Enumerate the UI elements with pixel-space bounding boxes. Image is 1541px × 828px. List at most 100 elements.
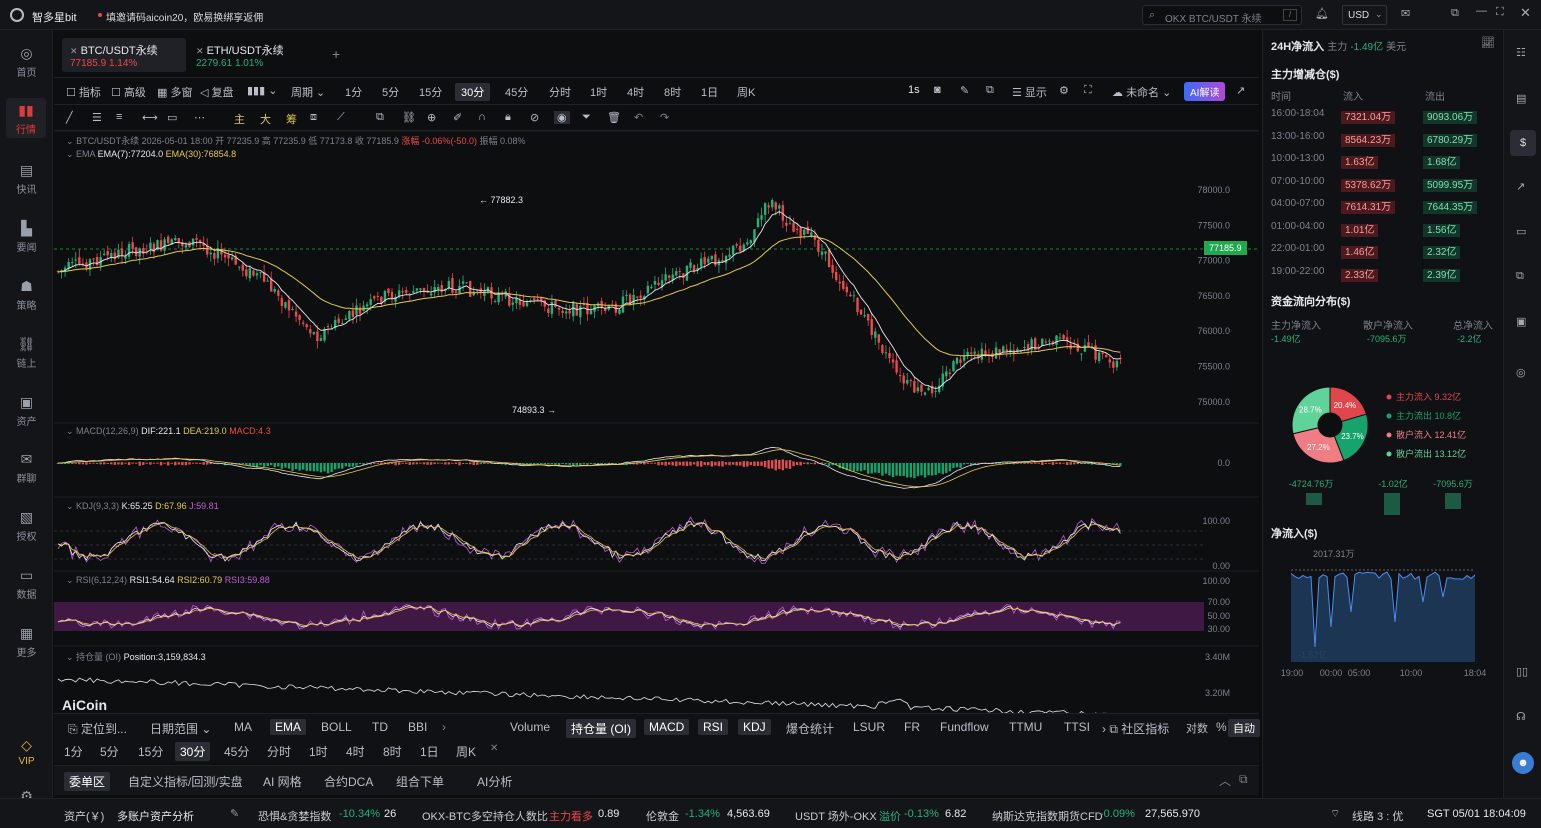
interval-4h[interactable]: 4时 bbox=[627, 84, 644, 100]
line-tool-icon[interactable]: ╱ bbox=[66, 111, 73, 124]
tab-btc[interactable]: ✕ BTC/USDT永续 77185.9 1.14% bbox=[62, 38, 186, 72]
interval-week[interactable]: 周K bbox=[737, 84, 755, 100]
monitor-icon[interactable]: ▭ bbox=[1516, 225, 1526, 238]
filter-icon[interactable]: ⏷ bbox=[582, 111, 591, 124]
mail-icon[interactable]: ✉ bbox=[1401, 7, 1410, 20]
layout-select[interactable]: ☁ 未命名 ⌄ bbox=[1112, 84, 1171, 100]
period-select[interactable]: 周期 ⌄ bbox=[291, 84, 325, 100]
redo-icon[interactable]: ↷ bbox=[660, 111, 669, 124]
brush-icon[interactable]: ✐ bbox=[453, 111, 462, 124]
notice-text[interactable]: 填邀请码aicoin20，欧易换绑享返佣 bbox=[106, 9, 263, 24]
eye-icon[interactable]: ◉ bbox=[554, 111, 570, 124]
mascot-icon[interactable]: ☻ bbox=[1512, 752, 1534, 774]
interval-30m[interactable]: 30分 bbox=[455, 83, 491, 101]
hide-icon[interactable]: ⊘ bbox=[530, 111, 539, 124]
search-input[interactable]: ⌕ OKX BTC/USDT 永续 / bbox=[1142, 5, 1302, 25]
ind-lsur[interactable]: LSUR bbox=[853, 720, 885, 734]
ind-fr[interactable]: FR bbox=[904, 720, 920, 734]
collapse-icon[interactable]: ⌄ bbox=[66, 136, 74, 146]
interval-timeshare[interactable]: 分时 bbox=[549, 84, 571, 100]
order-tab-ai[interactable]: AI分析 bbox=[477, 773, 512, 790]
locate-button[interactable]: ⎘ 定位到... bbox=[68, 720, 127, 737]
close-intervals-icon[interactable]: ✕ bbox=[490, 743, 498, 754]
tab-eth[interactable]: ✕ ETH/USDT永续 2279.61 1.01% bbox=[188, 38, 312, 72]
ind-kdj[interactable]: KDJ bbox=[738, 719, 771, 735]
trash-icon[interactable]: 🗑︎ bbox=[607, 111, 621, 124]
orderbook-icon[interactable]: ▤ bbox=[1516, 92, 1526, 105]
bot-icon[interactable]: ▣ bbox=[1516, 315, 1526, 328]
bottom-interval-8h[interactable]: 8时 bbox=[383, 743, 402, 760]
chart-area[interactable]: 78000.0 77500.0 77000.0 76500.0 76000.0 75500… bbox=[54, 131, 1259, 741]
bottom-interval-timeshare[interactable]: 分时 bbox=[267, 743, 291, 760]
ind-ema[interactable]: EMA bbox=[270, 719, 307, 735]
pen-icon[interactable]: ✎ bbox=[960, 84, 969, 97]
indicator-button[interactable]: ☐ 指标 bbox=[66, 84, 101, 100]
sidebar-item-chat[interactable]: ✉ 群聊 bbox=[0, 451, 53, 485]
ind-liquidation[interactable]: 爆仓统计 bbox=[786, 720, 834, 737]
link-icon[interactable]: ⛓ bbox=[402, 111, 416, 124]
chip-button[interactable]: 筹 bbox=[286, 111, 297, 127]
magnet-icon[interactable]: ∩ bbox=[478, 111, 486, 123]
popout-icon[interactable]: ⧉ bbox=[1451, 7, 1459, 20]
sidebar-item-strategy[interactable]: ☗ 策略 bbox=[0, 278, 53, 312]
sec-button[interactable]: 1s bbox=[908, 84, 920, 96]
auto-toggle[interactable]: 自动 bbox=[1228, 719, 1260, 737]
bottom-interval-4h[interactable]: 4时 bbox=[346, 743, 365, 760]
edit-icon[interactable]: ✎ bbox=[230, 807, 239, 820]
zoom-icon[interactable]: ⊕ bbox=[427, 111, 436, 124]
ray-tool-icon[interactable]: ⟷ bbox=[142, 111, 158, 124]
ind-ma[interactable]: MA bbox=[234, 720, 252, 734]
headset-icon[interactable]: ☊ bbox=[1516, 710, 1526, 723]
ind-bbi[interactable]: BBI bbox=[408, 720, 427, 734]
fundflow-icon[interactable]: $ bbox=[1510, 130, 1536, 156]
sidebar-item-market[interactable]: ▮▮ 行情 bbox=[6, 98, 46, 138]
camera-icon[interactable]: ◙ bbox=[934, 84, 941, 96]
etf-icon[interactable]: ⧉ bbox=[1516, 270, 1524, 283]
close-icon[interactable]: ✕ bbox=[196, 46, 204, 56]
popout-panel-icon[interactable]: ⧉ bbox=[1239, 772, 1248, 787]
interval-8h[interactable]: 8时 bbox=[664, 84, 681, 100]
rect-tool-icon[interactable]: ▭ bbox=[167, 111, 177, 124]
sidebar-item-auth[interactable]: ▧ 授权 bbox=[0, 509, 53, 543]
sidebar-item-vip[interactable]: ◇ VIP bbox=[0, 737, 53, 767]
coin-icon[interactable]: ◎ bbox=[1516, 366, 1526, 379]
maximize-icon[interactable]: ⛶ bbox=[1496, 6, 1504, 19]
order-tab-dca[interactable]: 合约DCA bbox=[324, 773, 373, 790]
bottom-interval-1d[interactable]: 1日 bbox=[420, 743, 439, 760]
trend-icon[interactable]: ↗ bbox=[1516, 180, 1525, 193]
replay-button[interactable]: ◁ 复盘 bbox=[200, 84, 234, 100]
bottom-interval-1h[interactable]: 1时 bbox=[309, 743, 328, 760]
close-icon[interactable]: ✕ bbox=[1520, 5, 1531, 21]
main-chart-button[interactable]: 主 bbox=[234, 111, 245, 127]
order-tab-custom[interactable]: 自定义指标/回测/实盘 bbox=[128, 773, 243, 790]
ind-ttmu[interactable]: TTMU bbox=[1009, 720, 1042, 734]
layout-icon[interactable]: ▯▯ bbox=[1516, 665, 1528, 678]
bottom-interval-1m[interactable]: 1分 bbox=[64, 743, 83, 760]
sidebar-item-headlines[interactable]: ▙ 要闻 bbox=[0, 220, 53, 254]
bottom-interval-week[interactable]: 周K bbox=[456, 743, 476, 760]
ai-interpret-button[interactable]: AI解读 bbox=[1184, 82, 1226, 101]
bottom-interval-5m[interactable]: 5分 bbox=[100, 743, 119, 760]
display-button[interactable]: ☰ 显示 bbox=[1012, 84, 1047, 100]
fullscreen-icon[interactable]: ⛶ bbox=[1084, 84, 1092, 97]
order-tab-grid[interactable]: AI 网格 bbox=[263, 773, 302, 790]
interval-1h[interactable]: 1时 bbox=[590, 84, 607, 100]
settings-icon[interactable]: ⚙ bbox=[1059, 84, 1069, 97]
share-icon[interactable]: ↗ bbox=[1236, 84, 1245, 97]
minimize-icon[interactable]: — bbox=[1476, 5, 1487, 17]
bottom-interval-45m[interactable]: 45分 bbox=[224, 743, 249, 760]
hline-tool-icon[interactable]: ☰ bbox=[92, 111, 102, 124]
chart-style-button[interactable]: ▮▮▮ ⌄ bbox=[247, 84, 277, 97]
bottom-interval-30m[interactable]: 30分 bbox=[175, 742, 211, 761]
sidebar-item-home[interactable]: ◎ 首页 bbox=[0, 45, 53, 79]
interval-5m[interactable]: 5分 bbox=[382, 84, 399, 100]
asset-label[interactable]: 资产(￥) bbox=[64, 808, 104, 824]
currency-select[interactable]: USD ⌄ bbox=[1342, 5, 1387, 25]
expand-icon[interactable]: ⧉ bbox=[986, 84, 994, 97]
ind-rsi[interactable]: RSI bbox=[698, 719, 729, 735]
list-icon[interactable]: ☷ bbox=[1516, 46, 1526, 59]
ind-ttsi[interactable]: TTSI bbox=[1064, 720, 1090, 734]
big-order-button[interactable]: 大 bbox=[260, 111, 271, 127]
ind-boll[interactable]: BOLL bbox=[321, 720, 352, 734]
copy-icon[interactable]: ⧉ bbox=[376, 111, 384, 124]
